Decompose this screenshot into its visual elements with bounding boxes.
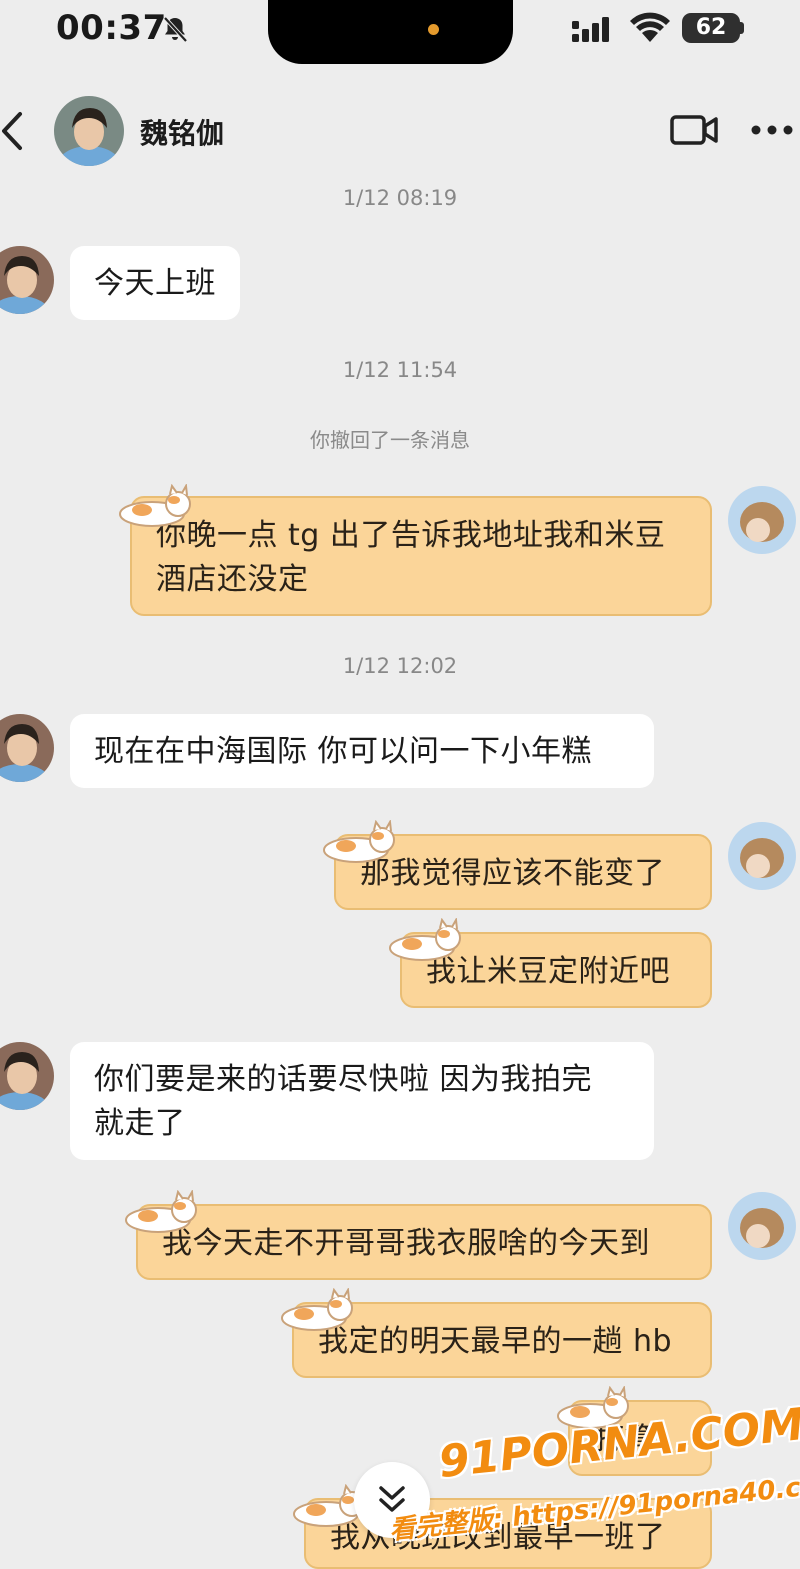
timestamp: 1/12 08:19 xyxy=(342,186,458,210)
my-avatar[interactable] xyxy=(728,1192,796,1260)
wifi-icon xyxy=(630,12,670,42)
video-call-icon[interactable] xyxy=(670,114,718,146)
cat-sticker-icon xyxy=(119,484,191,527)
my-avatar[interactable] xyxy=(728,486,796,554)
message-bubble-incoming[interactable]: 今天上班 xyxy=(70,246,240,320)
battery-cap xyxy=(740,22,744,34)
timestamp: 1/12 11:54 xyxy=(342,358,458,382)
status-bar: 00:37 62 xyxy=(0,0,800,64)
timestamp: 1/12 12:02 xyxy=(342,654,458,678)
dynamic-island xyxy=(268,0,513,64)
cat-sticker-icon xyxy=(125,1190,197,1233)
message-bubble-outgoing[interactable]: 你晚一点 tg 出了告诉我地址我和米豆 酒店还没定 xyxy=(130,496,712,616)
more-options-icon[interactable] xyxy=(750,124,794,136)
my-avatar[interactable] xyxy=(728,822,796,890)
cat-sticker-icon xyxy=(281,1288,353,1331)
contact-avatar[interactable] xyxy=(54,96,124,166)
recalled-message-notice: 你撤回了一条消息 xyxy=(310,428,470,452)
back-button[interactable] xyxy=(0,110,28,152)
privacy-dot xyxy=(428,24,439,35)
contact-avatar[interactable] xyxy=(0,714,54,782)
contact-name[interactable]: 魏铭伽 xyxy=(140,112,224,152)
cat-sticker-icon xyxy=(323,820,395,863)
cellular-signal-icon xyxy=(572,17,609,42)
contact-avatar[interactable] xyxy=(0,246,54,314)
message-bubble-incoming[interactable]: 现在在中海国际 你可以问一下小年糕 xyxy=(70,714,654,788)
chat-header: 魏铭伽 xyxy=(0,80,800,180)
battery-indicator: 62 xyxy=(682,13,740,43)
bell-muted-icon xyxy=(163,16,188,43)
message-bubble-incoming[interactable]: 你们要是来的话要尽快啦 因为我拍完 就走了 xyxy=(70,1042,654,1160)
contact-avatar[interactable] xyxy=(0,1042,54,1110)
status-time: 00:37 xyxy=(56,8,167,48)
message-bubble-outgoing[interactable]: 我今天走不开哥哥我衣服啥的今天到 xyxy=(136,1204,712,1280)
cat-sticker-icon xyxy=(389,918,461,961)
